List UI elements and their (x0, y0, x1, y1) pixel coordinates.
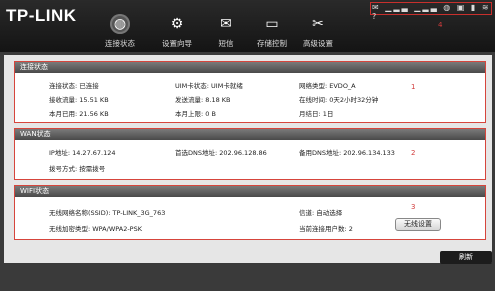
mail-icon[interactable]: ✉ (372, 3, 381, 12)
panel-title: WIFI状态 (15, 186, 485, 197)
sent-traffic: 发送流量: 8.18 KB (175, 96, 231, 104)
nav-label: 高级设置 (303, 39, 333, 48)
top-navigation-bar: TP-LINK ◍ 连接状态 ⚙ 设置向导 ✉ 短信 ▭ 存储控制 ✂ 高级设置… (0, 0, 495, 52)
wifi-ssid: 无线网络名称(SSID): TP-LINK_3G_763 (49, 209, 166, 217)
network-type: 网络类型: EVDO_A (299, 82, 356, 90)
main-content: 连接状态 连接状态: 已连接 UIM卡状态: UIM卡就绪 网络类型: EVDO… (4, 55, 492, 263)
signal-icon: ▁▂▃ (385, 3, 410, 12)
signal-icon: ▁▂▃ (414, 3, 439, 12)
uim-state: UIM卡状态: UIM卡就绪 (175, 82, 243, 90)
storage-icon: ▭ (265, 16, 279, 32)
received-traffic: 接收流量: 15.51 KB (49, 96, 109, 104)
globe-icon: ◍ (443, 3, 453, 12)
ip-address: IP地址: 14.27.67.124 (49, 149, 116, 157)
refresh-button[interactable]: 刷新 (440, 251, 492, 264)
connection-status-panel: 连接状态 连接状态: 已连接 UIM卡状态: UIM卡就绪 网络类型: EVDO… (14, 61, 486, 123)
wan-status-panel: WAN状态 IP地址: 14.27.67.124 首选DNS地址: 202.96… (14, 128, 486, 180)
nav-connection-status[interactable]: ◍ 连接状态 (92, 14, 148, 49)
secondary-dns: 备用DNS地址: 202.96.134.133 (299, 149, 395, 157)
nav-setup-wizard[interactable]: ⚙ 设置向导 (149, 14, 205, 49)
annotation-2: 2 (411, 149, 416, 157)
gear-icon: ⚙ (170, 16, 184, 32)
battery-icon: ▮ (470, 3, 478, 12)
annotation-3: 3 (411, 203, 416, 211)
billing-day: 月结日: 1日 (299, 110, 334, 118)
tp-link-logo: TP-LINK (6, 6, 77, 25)
nav-label: 设置向导 (162, 39, 192, 48)
dial-mode: 拨号方式: 按需拨号 (49, 165, 106, 173)
panel-title: 连接状态 (15, 62, 485, 73)
annotation-4: 4 (438, 21, 443, 29)
wifi-connected-users: 当前连接用户数: 2 (299, 225, 353, 233)
wifi-icon: ≋ (481, 3, 491, 12)
wifi-encryption: 无线加密类型: WPA/WPA2-PSK (49, 225, 142, 233)
nav-label: 连接状态 (105, 39, 135, 48)
status-icons: ✉ ▁▂▃ ▁▂▃ ◍ ▣ ▮ ≋ ? (372, 3, 495, 21)
sim-icon: ▣ (456, 3, 467, 12)
wifi-settings-button[interactable]: 无线设置 (395, 218, 441, 231)
month-limit: 本月上限: 0 B (175, 110, 216, 118)
wifi-channel: 信道: 自动选择 (299, 209, 343, 217)
nav-advanced-settings[interactable]: ✂ 高级设置 (290, 14, 346, 49)
panel-title: WAN状态 (15, 129, 485, 140)
wifi-status-panel: WIFI状态 无线网络名称(SSID): TP-LINK_3G_763 信道: … (14, 185, 486, 240)
mail-icon: ✉ (220, 16, 232, 32)
month-used: 本月已用: 21.56 KB (49, 110, 109, 118)
globe-icon: ◍ (110, 14, 130, 34)
connection-state: 连接状态: 已连接 (49, 82, 99, 90)
primary-dns: 首选DNS地址: 202.96.128.86 (175, 149, 267, 157)
online-time: 在线时间: 0天2小时32分钟 (299, 96, 379, 104)
annotation-1: 1 (411, 83, 416, 91)
help-icon[interactable]: ? (372, 12, 378, 21)
tools-icon: ✂ (312, 16, 324, 32)
